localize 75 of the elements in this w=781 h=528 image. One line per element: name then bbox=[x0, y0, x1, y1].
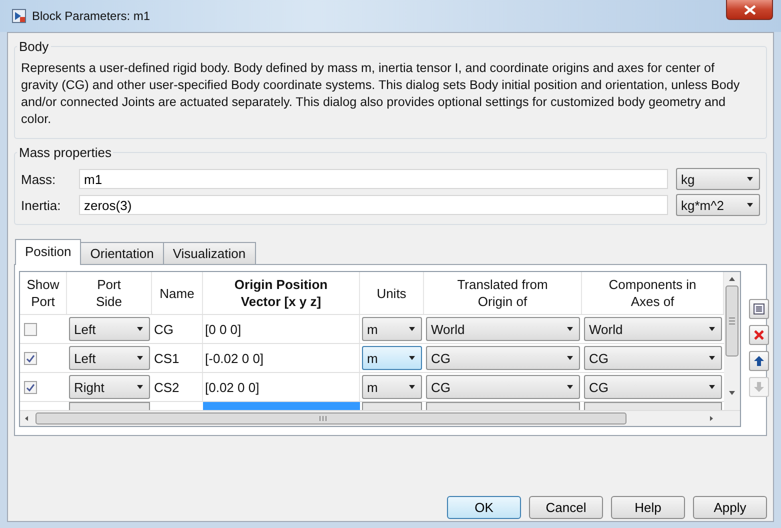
dropdown[interactable] bbox=[362, 402, 422, 410]
checkbox[interactable] bbox=[24, 380, 37, 394]
dialog-button[interactable]: Apply bbox=[693, 496, 767, 519]
up-arrow-icon bbox=[753, 355, 765, 367]
caret-icon bbox=[409, 356, 415, 360]
caret-icon bbox=[567, 327, 573, 331]
column-header: Units bbox=[360, 272, 424, 314]
column-header: Origin Position Vector [x y z] bbox=[203, 272, 360, 314]
dropdown[interactable]: CG bbox=[584, 346, 722, 370]
dropdown[interactable]: World bbox=[584, 317, 722, 341]
input-field[interactable]: zeros(3) bbox=[79, 195, 668, 215]
caret-icon bbox=[137, 327, 143, 331]
dropdown[interactable]: m bbox=[362, 346, 422, 370]
caret-icon bbox=[409, 385, 415, 389]
dropdown[interactable] bbox=[426, 402, 580, 410]
table-cell[interactable]: [0.02 0 0] bbox=[205, 380, 260, 394]
field-label: Mass: bbox=[21, 172, 57, 186]
caret-icon bbox=[747, 177, 753, 181]
close-button[interactable] bbox=[726, 0, 773, 20]
caret-icon bbox=[567, 385, 573, 389]
caret-icon bbox=[747, 203, 753, 207]
dropdown[interactable]: CG bbox=[426, 375, 580, 399]
dropdown[interactable]: m bbox=[362, 375, 422, 399]
caret-icon bbox=[567, 356, 573, 360]
column-header: Translated from Origin of bbox=[424, 272, 582, 314]
down-arrow-icon bbox=[753, 381, 765, 393]
dropdown[interactable]: CG bbox=[584, 375, 722, 399]
dropdown[interactable]: Left bbox=[69, 346, 150, 370]
caret-icon bbox=[709, 327, 715, 331]
tab[interactable]: Orientation bbox=[80, 242, 164, 264]
selected-cell[interactable] bbox=[203, 402, 360, 410]
checkbox[interactable] bbox=[24, 352, 37, 364]
vertical-scrollbar[interactable] bbox=[724, 272, 740, 410]
column-header: Show Port bbox=[20, 272, 67, 314]
table-cell: CG bbox=[154, 322, 174, 336]
tab[interactable]: Position bbox=[15, 239, 82, 265]
column-header: Name bbox=[152, 272, 203, 314]
delete-button[interactable] bbox=[749, 325, 769, 345]
column-header: Port Side bbox=[67, 272, 152, 314]
dialog-button[interactable]: OK bbox=[447, 496, 521, 519]
dialog-button[interactable]: Cancel bbox=[529, 496, 603, 519]
unit-dropdown[interactable]: kg bbox=[676, 168, 760, 190]
description-text: Represents a user-defined rigid body. Body defined by mass m, inertia tensor I, and coordinate origins and axes for center of gravity (CG) and other user-specified Body coordinate systems. This dialog sets Body initial position and orientation, unless Body and/or connected Joints are actuated separately. This dialog also provides optional settings for customized body geometry and color. bbox=[21, 60, 741, 128]
unit-dropdown[interactable]: kg*m^2 bbox=[676, 194, 760, 216]
dialog-button[interactable]: Help bbox=[611, 496, 685, 519]
caret-icon bbox=[409, 327, 415, 331]
dropdown[interactable]: Right bbox=[69, 375, 150, 399]
table-cell: CS1 bbox=[154, 350, 180, 366]
caret-icon bbox=[137, 385, 143, 389]
dropdown[interactable] bbox=[584, 402, 722, 410]
caret-icon bbox=[709, 385, 715, 389]
checkbox[interactable] bbox=[24, 322, 37, 336]
field-label: Inertia: bbox=[21, 198, 62, 212]
table-cell: CS2 bbox=[154, 380, 180, 394]
group-title: Mass properties bbox=[18, 145, 112, 160]
move-up-button[interactable] bbox=[749, 351, 769, 371]
caret-icon bbox=[137, 356, 143, 360]
dropdown[interactable]: World bbox=[426, 317, 580, 341]
list-icon bbox=[753, 303, 765, 315]
delete-icon bbox=[753, 329, 765, 341]
dropdown[interactable]: Left bbox=[69, 317, 150, 341]
caret-icon bbox=[709, 356, 715, 360]
table-cell[interactable]: [-0.02 0 0] bbox=[205, 350, 264, 366]
window-title: Block Parameters: m1 bbox=[32, 9, 150, 23]
table-cell[interactable]: [0 0 0] bbox=[205, 322, 242, 336]
horizontal-scrollbar[interactable] bbox=[20, 410, 740, 426]
dropdown[interactable] bbox=[69, 402, 150, 410]
app-icon bbox=[12, 9, 26, 23]
group-title: Body bbox=[18, 39, 50, 54]
dropdown[interactable]: CG bbox=[426, 346, 580, 370]
add-row-button[interactable] bbox=[749, 299, 769, 319]
tab[interactable]: Visualization bbox=[162, 242, 256, 264]
input-field[interactable]: m1 bbox=[79, 169, 668, 189]
close-icon bbox=[744, 4, 756, 14]
dropdown[interactable]: m bbox=[362, 317, 422, 341]
